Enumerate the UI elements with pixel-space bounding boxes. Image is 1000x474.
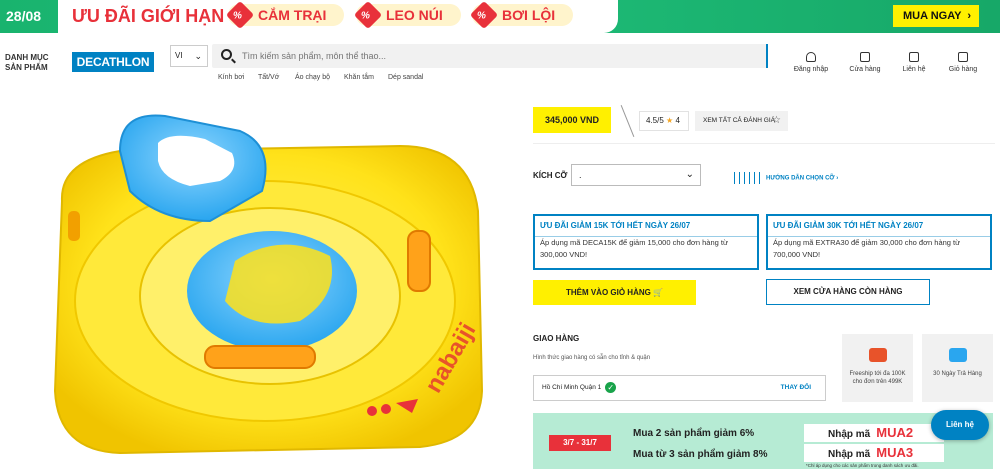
promo-date: 28/08 bbox=[6, 8, 42, 24]
category-menu-button[interactable]: DANH MỤC SẢN PHẨM bbox=[5, 53, 49, 73]
search-focus-bar bbox=[766, 44, 768, 68]
search-icon[interactable] bbox=[221, 49, 232, 60]
promo-banner[interactable]: 28/08 ƯU ĐÃI GIỚI HẠN CẮM TRẠI LEO NÚI B… bbox=[0, 0, 1000, 33]
view-store-stock-button[interactable]: XEM CỬA HÀNG CÒN HÀNG bbox=[766, 279, 930, 305]
star-icon: ★ bbox=[666, 116, 674, 125]
size-select[interactable]: . ⌄ bbox=[571, 164, 701, 186]
cart-button[interactable]: Giỏ hàng bbox=[941, 52, 985, 73]
promo-line-2: Mua từ 3 sản phẩm giảm 8% bbox=[633, 449, 768, 460]
search-suggestion[interactable]: Tất/Vớ bbox=[258, 74, 279, 81]
view-all-reviews-button[interactable]: XEM TẤT CẢ ĐÁNH GIÁ ☆ bbox=[695, 111, 788, 131]
search-bar bbox=[212, 44, 768, 68]
store-icon bbox=[860, 52, 870, 62]
offer-description: Áp dụng mã DECA15K để giảm 15,000 cho đơ… bbox=[540, 238, 728, 259]
return-service: 30 Ngày Trả Hàng bbox=[922, 334, 993, 402]
check-icon: ✓ bbox=[605, 381, 617, 393]
shipping-description: Hình thức giao hàng có sẵn cho tỉnh & qu… bbox=[533, 355, 651, 361]
promo-dates: 3/7 - 31/7 bbox=[549, 435, 611, 451]
promo-tag-swimming[interactable]: BƠI LỘI bbox=[469, 0, 574, 30]
star-outline-icon: ☆ bbox=[772, 115, 781, 126]
buy-now-button[interactable]: MUA NGAY › bbox=[893, 5, 979, 27]
chat-icon bbox=[909, 52, 919, 62]
ruler-icon bbox=[734, 172, 762, 184]
chevron-right-icon: › bbox=[967, 10, 971, 22]
contact-button[interactable]: Liên hệ bbox=[892, 52, 936, 73]
size-label: KÍCH CỠ bbox=[533, 171, 568, 180]
offer-title: ƯU ĐÃI GIẢM 15K TỚI HẾT NGÀY 26/07 bbox=[540, 221, 691, 230]
promo-line-1: Mua 2 sản phẩm giảm 6% bbox=[633, 428, 755, 439]
add-to-cart-button[interactable]: THÊM VÀO GIỎ HÀNG 🛒 bbox=[533, 280, 696, 305]
promo-code-mua2: Nhập mã MUA2 bbox=[804, 424, 944, 442]
promo-tag-climbing[interactable]: LEO NÚI bbox=[353, 0, 461, 30]
section-divider bbox=[533, 143, 995, 144]
change-location-button[interactable]: THAY ĐỔI bbox=[781, 376, 811, 400]
search-suggestion[interactable]: Dép sandal bbox=[388, 74, 423, 81]
chevron-down-icon: ⌄ bbox=[194, 51, 202, 61]
promo-title: ƯU ĐÃI GIỚI HẠN bbox=[72, 6, 225, 26]
size-guide-link[interactable]: HƯỚNG DẪN CHỌN CỠ › bbox=[734, 172, 838, 184]
search-suggestion[interactable]: Khăn tắm bbox=[344, 74, 374, 81]
promo-tag-camping[interactable]: CẮM TRẠI bbox=[225, 0, 345, 30]
shipping-label: GIAO HÀNG bbox=[533, 334, 580, 343]
promo-fine-print: *Chỉ áp dụng cho các sản phẩm trong danh… bbox=[806, 463, 919, 468]
return-icon bbox=[948, 348, 967, 362]
bundle-promo-banner[interactable]: 3/7 - 31/7 Mua 2 sản phẩm giảm 6% Mua từ… bbox=[533, 413, 993, 469]
divider bbox=[620, 105, 635, 137]
offer-divider bbox=[535, 236, 757, 237]
truck-icon bbox=[868, 348, 887, 362]
search-suggestion[interactable]: Áo chạy bộ bbox=[295, 74, 330, 81]
chevron-down-icon: ⌄ bbox=[685, 169, 694, 180]
search-suggestion[interactable]: Kính bơi bbox=[218, 74, 244, 81]
shipping-location: Hồ Chí Minh Quận 1 ✓ THAY ĐỔI bbox=[533, 375, 826, 401]
login-button[interactable]: Đăng nhập bbox=[789, 52, 833, 73]
search-input[interactable] bbox=[242, 44, 752, 68]
offer-card-15k: ƯU ĐÃI GIẢM 15K TỚI HẾT NGÀY 26/07 Áp dụ… bbox=[533, 214, 759, 270]
promo-code-mua3: Nhập mã MUA3 bbox=[804, 444, 944, 462]
baby-swim-seat-image bbox=[53, 114, 484, 455]
offer-description: Áp dụng mã EXTRA30 để giảm 30,000 cho đơ… bbox=[773, 238, 961, 259]
contact-chat-button[interactable]: Liên hệ bbox=[931, 410, 989, 440]
language-select[interactable]: VI ⌄ bbox=[170, 45, 208, 67]
cart-icon: 🛒 bbox=[653, 288, 664, 297]
rating-badge[interactable]: 4.5/5 ★ 4 bbox=[639, 111, 689, 131]
offer-divider bbox=[768, 236, 990, 237]
offer-card-30k: ƯU ĐÃI GIẢM 30K TỚI HẾT NGÀY 26/07 Áp dụ… bbox=[766, 214, 992, 270]
decathlon-logo[interactable]: DECATHLON bbox=[72, 52, 154, 72]
freeship-service: Freeship tới đa 100K cho đơn trên 499K bbox=[842, 334, 913, 402]
product-price: 345,000 VND bbox=[533, 107, 611, 133]
offer-title: ƯU ĐÃI GIẢM 30K TỚI HẾT NGÀY 26/07 bbox=[773, 221, 924, 230]
store-button[interactable]: Cửa hàng bbox=[843, 52, 887, 73]
user-icon bbox=[806, 52, 816, 62]
cart-icon bbox=[958, 52, 968, 62]
product-image[interactable] bbox=[0, 91, 518, 469]
